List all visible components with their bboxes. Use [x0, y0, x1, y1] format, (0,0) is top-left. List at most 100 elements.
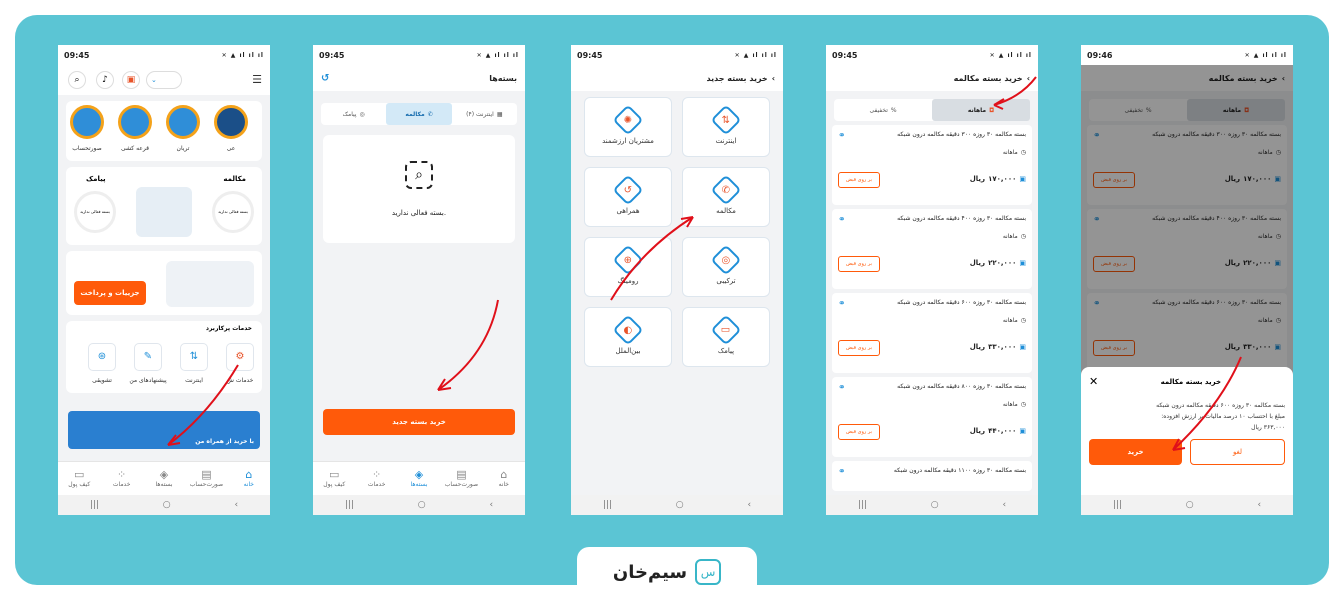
nav-label: خدمات	[112, 481, 131, 488]
details-payment-button[interactable]: جزییات و پرداخت	[74, 281, 146, 305]
nav-packages[interactable]: ◈ بسته‌ها	[399, 462, 439, 495]
internet-icon[interactable]: ⇅	[180, 343, 208, 371]
system-nav: ||| ○ ‹	[826, 495, 1038, 515]
nav-home[interactable]: ⌂ خانه	[484, 462, 524, 495]
package-card[interactable]: بسته مکالمه ۳۰ روزه ۴۰۰ دقیقه مکالمه درو…	[832, 209, 1032, 289]
tab-monthly[interactable]: ◘ ماهانه	[932, 99, 1030, 121]
buy-new-package-button[interactable]: خرید بسته جدید	[323, 409, 515, 435]
recent-apps-icon[interactable]: |||	[1113, 500, 1122, 510]
category-sms[interactable]: ▭ پیامک	[682, 307, 770, 367]
category-label: پیامک	[717, 347, 735, 355]
currency-label: ریال	[969, 427, 986, 435]
status-icons: ✕ ▲ ıl ıl ıl	[1244, 51, 1287, 59]
bell-icon[interactable]: ♪	[96, 71, 114, 89]
home-circle-icon[interactable]: ○	[676, 500, 684, 510]
tab-label: ماهانه	[967, 106, 987, 114]
category-valued-customers[interactable]: ✺ مشتریان ارزشمند	[584, 97, 672, 157]
package-title: بسته مکالمه ۳۰ روزه ۱۱۰۰ دقیقه مکالمه در…	[893, 467, 1026, 474]
recent-apps-icon[interactable]: |||	[603, 500, 612, 510]
home-circle-icon[interactable]: ○	[931, 500, 939, 510]
nav-packages[interactable]: ◈ بسته‌ها	[144, 462, 184, 495]
add-to-bill-button[interactable]: بر روی قبض	[838, 172, 880, 188]
home-circle-icon[interactable]: ○	[418, 500, 426, 510]
category-international[interactable]: ◐ بین‌الملل	[584, 307, 672, 367]
services-title: خدمات پرکاربرد	[205, 325, 252, 332]
clock-icon: ◷	[1020, 233, 1026, 240]
category-companion[interactable]: ↺ همراهی	[584, 167, 672, 227]
nav-bill[interactable]: ▤ صورت‌حساب	[186, 462, 226, 495]
service-label: خدمات ش	[226, 377, 254, 384]
share-icon[interactable]: ⚭	[838, 215, 846, 225]
back-arrow-icon[interactable]: ›	[772, 74, 775, 83]
buy-button[interactable]: خرید	[1089, 439, 1182, 465]
offers-icon[interactable]: ✎	[134, 343, 162, 371]
story-avatar[interactable]	[214, 105, 248, 139]
add-to-bill-button[interactable]: بر روی قبض	[838, 340, 880, 356]
nav-services[interactable]: ⁘ خدمات	[102, 462, 142, 495]
back-icon[interactable]: ‹	[234, 500, 238, 510]
category-roaming[interactable]: ⊕ رومینگ	[584, 237, 672, 297]
package-title: بسته مکالمه ۳۰ روزه ۶۰۰ دقیقه مکالمه درو…	[897, 299, 1026, 306]
nav-bill[interactable]: ▤ صورت‌حساب	[441, 462, 481, 495]
share-icon[interactable]: ⚭	[838, 467, 846, 477]
package-list: بسته مکالمه ۳۰ روزه ۳۰۰ دقیقه مکالمه درو…	[826, 125, 1038, 491]
page-header: › خرید بسته جدید	[571, 65, 783, 91]
home-circle-icon[interactable]: ○	[1186, 500, 1194, 510]
empty-search-icon: ⌕	[405, 161, 433, 189]
search-icon[interactable]: ⌕	[68, 71, 86, 89]
recent-apps-icon[interactable]: |||	[345, 500, 354, 510]
home-circle-icon[interactable]: ○	[163, 500, 171, 510]
add-to-bill-button[interactable]: بر روی قبض	[838, 424, 880, 440]
tab-calls[interactable]: ✆ مکالمه	[386, 103, 452, 125]
share-icon[interactable]: ⚭	[838, 299, 846, 309]
package-card[interactable]: بسته مکالمه ۳۰ روزه ۸۰۰ دقیقه مکالمه درو…	[832, 377, 1032, 457]
back-arrow-icon[interactable]: ›	[1027, 74, 1030, 83]
nav-wallet[interactable]: ▭ کیف پول	[314, 462, 354, 495]
nav-services[interactable]: ⁘ خدمات	[357, 462, 397, 495]
category-internet[interactable]: ⇅ اینترنت	[682, 97, 770, 157]
service-label: تشویقی	[92, 377, 112, 384]
recent-apps-icon[interactable]: |||	[858, 500, 867, 510]
nav-label: کیف پول	[323, 481, 346, 488]
package-price: ▣ ۲۲۰,۰۰۰ ریال	[970, 259, 1026, 267]
history-icon[interactable]: ↺	[321, 73, 329, 84]
gift-icon[interactable]: ▣	[122, 71, 140, 89]
back-icon[interactable]: ‹	[1002, 500, 1006, 510]
add-to-bill-button[interactable]: بر روی قبض	[838, 256, 880, 272]
cancel-button[interactable]: لغو	[1190, 439, 1285, 465]
package-card[interactable]: بسته مکالمه ۳۰ روزه ۳۰۰ دقیقه مکالمه درو…	[832, 125, 1032, 205]
category-calls[interactable]: ✆ مکالمه	[682, 167, 770, 227]
companion-icon: ↺	[623, 184, 633, 196]
back-icon[interactable]: ‹	[747, 500, 751, 510]
reward-icon[interactable]: ⊛	[88, 343, 116, 371]
status-time: 09:46	[1087, 50, 1113, 60]
page-header: بسته‌ها ↺	[313, 65, 525, 91]
calendar-icon: ◘	[989, 106, 995, 114]
service-icon[interactable]: ⚙	[226, 343, 254, 371]
share-icon[interactable]: ⚭	[838, 131, 846, 141]
package-card[interactable]: بسته مکالمه ۳۰ روزه ۶۰۰ دقیقه مکالمه درو…	[832, 293, 1032, 373]
menu-icon[interactable]: ☰	[252, 73, 262, 86]
nav-wallet[interactable]: ▭ کیف پول	[59, 462, 99, 495]
page-header: › خرید بسته مکالمه	[826, 65, 1038, 91]
story-avatar[interactable]	[70, 105, 104, 139]
story-avatar[interactable]	[166, 105, 200, 139]
back-icon[interactable]: ‹	[489, 500, 493, 510]
tab-discount[interactable]: % تخفیفی	[834, 99, 932, 121]
tab-label: تخفیفی	[869, 106, 888, 114]
back-icon[interactable]: ‹	[1257, 500, 1261, 510]
price-value: ۳۳۰,۰۰۰	[988, 343, 1017, 351]
package-card[interactable]: بسته مکالمه ۳۰ روزه ۱۱۰۰ دقیقه مکالمه در…	[832, 461, 1032, 491]
nav-home[interactable]: ⌂ خانه	[229, 462, 269, 495]
category-combo[interactable]: ◎ ترکیبی	[682, 237, 770, 297]
tab-internet[interactable]: ▦ اینترنت (۴)	[452, 103, 517, 125]
close-icon[interactable]: ✕	[1089, 375, 1098, 388]
recent-apps-icon[interactable]: |||	[90, 500, 99, 510]
share-icon[interactable]: ⚭	[838, 383, 846, 393]
promo-banner[interactable]: با خرید از همراه من	[68, 411, 260, 449]
logo-icon: ﺱ	[695, 559, 722, 585]
tab-sms[interactable]: ◎ پیامک	[321, 103, 386, 125]
blurred-area	[136, 187, 192, 237]
line-selector[interactable]: ⌄	[146, 71, 182, 89]
story-avatar[interactable]	[118, 105, 152, 139]
